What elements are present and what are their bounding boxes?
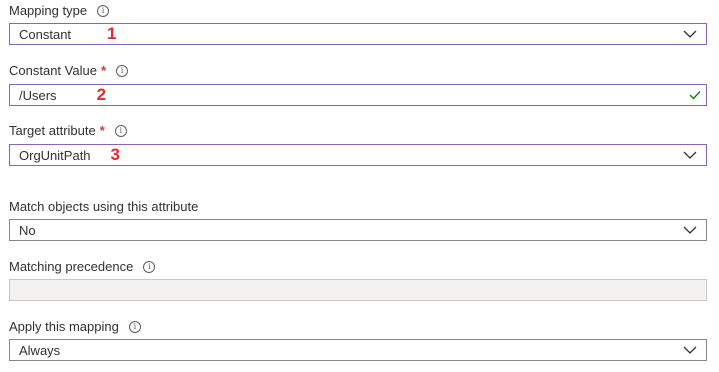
matching-precedence-label-text: Matching precedence bbox=[9, 259, 134, 274]
info-icon[interactable]: i bbox=[116, 65, 128, 77]
constant-value-text: /Users bbox=[19, 87, 57, 103]
target-attribute-dropdown[interactable]: OrgUnitPath 3 bbox=[9, 144, 707, 166]
mapping-type-label: Mapping type i bbox=[9, 3, 110, 19]
chevron-down-icon bbox=[683, 151, 697, 159]
match-objects-value: No bbox=[19, 222, 36, 238]
checkmark-icon bbox=[689, 91, 701, 100]
info-icon[interactable]: i bbox=[97, 5, 110, 17]
target-attribute-label: Target attribute * i bbox=[9, 123, 127, 139]
required-asterisk: * bbox=[99, 123, 105, 138]
chevron-down-icon bbox=[683, 226, 697, 234]
mapping-type-dropdown[interactable]: Constant 1 bbox=[9, 23, 707, 45]
constant-value-input[interactable]: /Users 2 bbox=[9, 84, 707, 106]
constant-value-label: Constant Value * i bbox=[9, 63, 128, 79]
info-icon[interactable]: i bbox=[114, 125, 127, 137]
target-attribute-value: OrgUnitPath bbox=[19, 147, 91, 163]
info-icon[interactable]: i bbox=[128, 321, 141, 333]
required-asterisk: * bbox=[100, 63, 106, 78]
matching-precedence-label: Matching precedence i bbox=[9, 259, 156, 275]
step-number-badge: 3 bbox=[110, 145, 121, 164]
apply-mapping-dropdown[interactable]: Always bbox=[9, 339, 707, 361]
constant-value-label-text: Constant Value bbox=[9, 63, 97, 78]
info-icon[interactable]: i bbox=[143, 261, 156, 273]
mapping-type-label-text: Mapping type bbox=[9, 3, 88, 18]
match-objects-label-text: Match objects using this attribute bbox=[9, 199, 199, 214]
step-number-badge: 1 bbox=[107, 24, 117, 43]
chevron-down-icon bbox=[683, 346, 697, 354]
apply-mapping-label: Apply this mapping i bbox=[9, 319, 141, 335]
chevron-down-icon bbox=[683, 30, 697, 38]
mapping-type-value: Constant bbox=[19, 26, 72, 42]
apply-mapping-label-text: Apply this mapping bbox=[9, 319, 119, 334]
step-number-badge: 2 bbox=[96, 85, 107, 104]
match-objects-label: Match objects using this attribute bbox=[9, 199, 198, 215]
apply-mapping-value: Always bbox=[19, 342, 61, 358]
matching-precedence-input bbox=[9, 279, 707, 301]
target-attribute-label-text: Target attribute bbox=[9, 123, 96, 138]
match-objects-dropdown[interactable]: No bbox=[9, 219, 707, 241]
